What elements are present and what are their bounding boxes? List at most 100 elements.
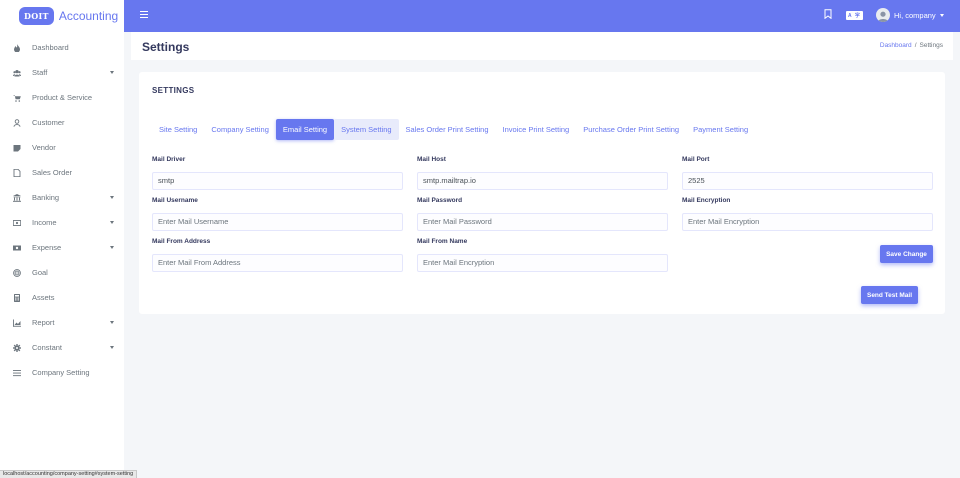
mail-driver-label: Mail Driver [152, 156, 186, 163]
sidebar-item-label: Company Setting [32, 368, 90, 377]
note-icon [12, 143, 21, 152]
sidebar-item-product-service[interactable]: Product & Service [0, 85, 124, 110]
chevron-down-icon [110, 71, 114, 74]
chart-icon [12, 318, 21, 327]
fire-icon [12, 43, 21, 52]
sidebar-item-label: Expense [32, 243, 62, 252]
money-icon [12, 218, 21, 227]
sidebar-item-label: Customer [32, 118, 65, 127]
settings-card: SETTINGS Site Setting Company Setting Emai… [139, 72, 945, 314]
gear-icon [12, 343, 21, 352]
mail-driver-input[interactable] [152, 171, 403, 190]
breadcrumb: Dashboard / Settings [880, 42, 943, 49]
money-bill-icon [12, 243, 21, 252]
brand-name: Accounting [58, 9, 119, 23]
sidebar-item-label: Sales Order [32, 168, 73, 177]
sidebar-item-label: Staff [32, 68, 48, 77]
sidebar-item-expense[interactable]: Expense [0, 235, 124, 260]
page-header: Settings Dashboard / Settings [131, 32, 953, 60]
settings-tabs: Site Setting Company Setting Email Setting… [152, 119, 755, 140]
sidebar-item-label: Vendor [32, 143, 56, 152]
mail-from-name-field: Mail From Name [417, 238, 668, 272]
sidebar-item-income[interactable]: Income [0, 210, 124, 235]
breadcrumb-current: Settings [919, 42, 944, 49]
bookmark-icon[interactable] [824, 9, 832, 19]
sidebar-item-label: Report [32, 318, 55, 327]
mail-password-field: Mail Password [417, 197, 668, 231]
bank-icon [12, 193, 21, 202]
sidebar-item-label: Banking [32, 193, 60, 202]
sidebar-item-staff[interactable]: Staff [0, 60, 124, 85]
tab-sales-order-print-setting[interactable]: Sales Order Print Setting [399, 119, 496, 140]
mail-from-address-label: Mail From Address [152, 238, 211, 245]
tab-system-setting[interactable]: System Setting [334, 119, 399, 140]
sidebar-item-label: Constant [32, 343, 63, 352]
sidebar-item-constant[interactable]: Constant [0, 335, 124, 360]
sidebar: DOIT Accounting Dashboard Staff Product & … [0, 0, 124, 478]
card-title: SETTINGS [152, 86, 195, 95]
bullseye-icon [12, 268, 21, 277]
send-test-mail-button[interactable]: Send Test Mail [861, 286, 918, 304]
brand-logo: DOIT [19, 7, 54, 25]
sidebar-item-customer[interactable]: Customer [0, 110, 124, 135]
cart-icon [12, 93, 21, 102]
mail-port-field: Mail Port [682, 156, 933, 190]
chevron-down-icon [110, 246, 114, 249]
tab-purchase-order-print-setting[interactable]: Purchase Order Print Setting [576, 119, 686, 140]
mail-host-label: Mail Host [417, 156, 446, 163]
tab-payment-setting[interactable]: Payment Setting [686, 119, 755, 140]
sidebar-menu: Dashboard Staff Product & Service Customer V… [0, 32, 124, 385]
mail-from-name-label: Mail From Name [417, 238, 468, 245]
mail-from-address-input[interactable] [152, 253, 403, 272]
mail-encryption-label: Mail Encryption [682, 197, 731, 204]
mail-host-input[interactable] [417, 171, 668, 190]
chevron-down-icon [939, 13, 944, 17]
mail-port-label: Mail Port [682, 156, 710, 163]
mail-username-label: Mail Username [152, 197, 198, 204]
tab-email-setting[interactable]: Email Setting [275, 119, 335, 140]
menu-toggle-icon[interactable] [140, 11, 148, 18]
mail-username-input[interactable] [152, 212, 403, 231]
sidebar-item-banking[interactable]: Banking [0, 185, 124, 210]
sidebar-item-goal[interactable]: Goal [0, 260, 124, 285]
mail-port-input[interactable] [682, 171, 933, 190]
chevron-down-icon [110, 221, 114, 224]
mail-encryption-input[interactable] [682, 212, 933, 231]
save-change-button[interactable]: Save Change [880, 245, 933, 263]
tab-company-setting[interactable]: Company Setting [204, 119, 276, 140]
user-icon [12, 118, 21, 127]
topbar: A 字 Hi, company [124, 0, 960, 32]
chevron-down-icon [110, 196, 114, 199]
sidebar-item-label: Goal [32, 268, 48, 277]
language-icon[interactable]: A 字 [846, 11, 863, 20]
avatar [876, 8, 890, 22]
sidebar-item-label: Dashboard [32, 43, 69, 52]
sidebar-item-company-setting[interactable]: Company Setting [0, 360, 124, 385]
breadcrumb-dashboard-link[interactable]: Dashboard [880, 42, 912, 49]
mail-encryption-field: Mail Encryption [682, 197, 933, 231]
mail-password-label: Mail Password [417, 197, 463, 204]
sidebar-item-assets[interactable]: Assets [0, 285, 124, 310]
mail-username-field: Mail Username [152, 197, 403, 231]
sliders-icon [12, 368, 21, 377]
users-icon [12, 68, 21, 77]
brand[interactable]: DOIT Accounting [0, 0, 124, 32]
mail-driver-field: Mail Driver [152, 156, 403, 190]
sidebar-item-label: Income [32, 218, 57, 227]
calculator-icon [12, 293, 21, 302]
user-dropdown[interactable]: Hi, company [876, 8, 944, 22]
sidebar-item-sales-order[interactable]: Sales Order [0, 160, 124, 185]
file-icon [12, 168, 21, 177]
sidebar-item-label: Assets [32, 293, 55, 302]
mail-from-name-input[interactable] [417, 253, 668, 272]
sidebar-item-dashboard[interactable]: Dashboard [0, 35, 124, 60]
status-bar-url: localhost/accounting/company-setting#sys… [0, 470, 138, 478]
sidebar-item-vendor[interactable]: Vendor [0, 135, 124, 160]
sidebar-item-label: Product & Service [32, 93, 93, 102]
mail-password-input[interactable] [417, 212, 668, 231]
tab-site-setting[interactable]: Site Setting [152, 119, 204, 140]
tab-invoice-print-setting[interactable]: Invoice Print Setting [496, 119, 577, 140]
page-title: Settings [142, 40, 190, 54]
sidebar-item-report[interactable]: Report [0, 310, 124, 335]
breadcrumb-separator: / [914, 42, 917, 49]
